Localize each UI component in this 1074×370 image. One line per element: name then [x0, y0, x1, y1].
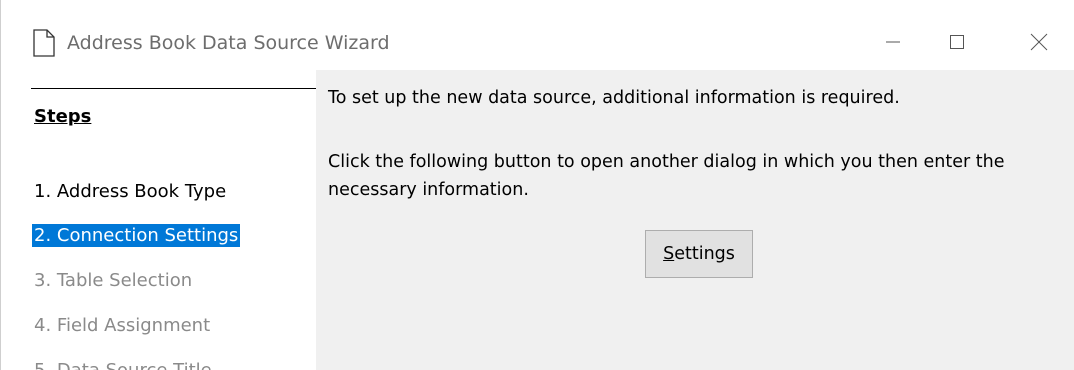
wizard-window: Address Book Data Source Wizard Steps 1.… — [0, 0, 1074, 370]
intro-text: To set up the new data source, additiona… — [328, 88, 900, 108]
settings-button-mnemonic: S — [663, 244, 675, 264]
maximize-icon — [950, 35, 964, 49]
step-connection-settings[interactable]: 2. Connection Settings — [32, 224, 241, 247]
sidebar-divider — [31, 88, 316, 89]
maximize-button[interactable] — [929, 22, 985, 62]
title-bar[interactable]: Address Book Data Source Wizard — [1, 0, 1074, 70]
content-panel: To set up the new data source, additiona… — [316, 70, 1074, 370]
step-field-assignment: 4. Field Assignment — [34, 315, 211, 336]
close-icon — [1030, 33, 1048, 51]
step-data-source-title: 5. Data Source Title — [32, 359, 214, 370]
step-address-book-type[interactable]: 1. Address Book Type — [32, 180, 228, 203]
minimize-button[interactable] — [865, 22, 921, 62]
close-button[interactable] — [1011, 22, 1067, 62]
window-title: Address Book Data Source Wizard — [67, 32, 390, 54]
minimize-icon — [886, 41, 900, 43]
instruction-text: Click the following button to open anoth… — [328, 152, 1005, 200]
document-icon — [33, 29, 55, 57]
steps-sidebar: Steps 1. Address Book Type 2. Connection… — [1, 70, 316, 370]
settings-button-label: ettings — [674, 244, 735, 264]
steps-heading: Steps — [34, 106, 92, 127]
step-table-selection: 3. Table Selection — [34, 270, 193, 291]
settings-button[interactable]: Settings — [645, 230, 753, 278]
